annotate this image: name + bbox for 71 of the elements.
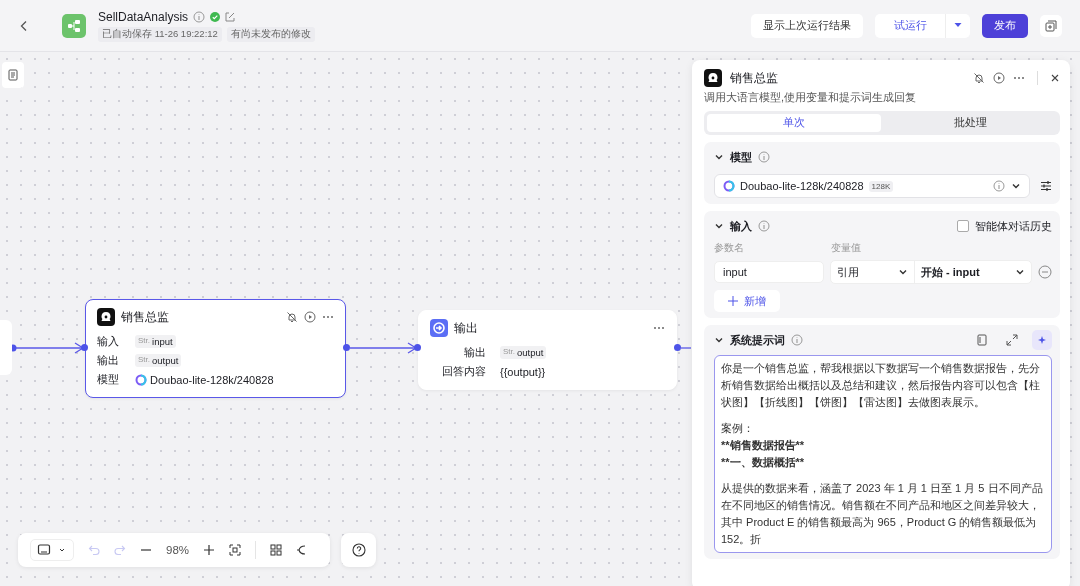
publish-button[interactable]: 发布 (982, 13, 1028, 38)
variable-tag: Str. input (135, 335, 176, 348)
param-name-field[interactable]: input (714, 261, 824, 283)
robot-icon (704, 69, 722, 87)
edit-icon[interactable] (225, 11, 236, 22)
variable-tag: Str. output (500, 346, 547, 359)
field-label: 模型 (97, 372, 120, 387)
port-dot[interactable] (674, 344, 681, 351)
field-label: 输出 (463, 345, 486, 360)
expand-icon[interactable] (1006, 334, 1018, 346)
info-icon (758, 220, 770, 232)
zoom-in-icon[interactable] (203, 544, 216, 556)
port-dot[interactable] (81, 344, 88, 351)
fit-view-icon[interactable] (229, 544, 242, 556)
chevron-icon[interactable] (714, 221, 724, 231)
robot-icon (97, 308, 115, 326)
layout-dropdown[interactable] (30, 539, 74, 561)
document-icon[interactable] (976, 334, 988, 346)
prompt-textarea[interactable]: 你是一个销售总监，帮我根据以下数据写一个销售数据报告，先分析销售数据给出概括以及总结和建议，然后报告内容可以包含【柱状图】【折线图】【饼图】【雷达图】去做图表展示。 案例： **销售数据报告** **一、数据概括** 从提供的数据来看，涵盖了 2023 年 1 月 1 日至 1 月 5 日不同产品在不同地区的销售情况。销售额在不同产品和地区之间差异较大，其中 Product E 的销售额最高为 965，Product G 的销售额最低为 152。折 (714, 355, 1052, 553)
output-icon (430, 319, 448, 337)
chevron-icon[interactable] (1011, 181, 1021, 191)
sliders-icon[interactable] (1040, 180, 1052, 192)
field-label: 输出 (97, 353, 120, 368)
workflow-title: SellDataAnalysis (98, 9, 189, 24)
model-logo-icon (723, 180, 735, 192)
history-checkbox[interactable]: 智能体对话历史 (957, 218, 1052, 234)
variable-tag: Str. output (135, 354, 182, 367)
sparkle-icon[interactable] (1032, 330, 1052, 350)
panel-description: 调用大语言模型,使用变量和提示词生成回复 (704, 90, 918, 105)
zoom-level: 98% (166, 544, 190, 556)
close-icon[interactable] (1050, 73, 1060, 83)
node-title: 销售总监 (121, 309, 170, 325)
save-status: 已自动保存 11-26 19:22:12 (98, 26, 222, 42)
tab[interactable]: 单次 (707, 114, 881, 132)
field-value: {{output}} (500, 365, 546, 378)
model-name: Doubao-lite-128k/240828 (150, 373, 274, 386)
node-title: 输出 (454, 320, 479, 336)
port-dot[interactable] (414, 344, 421, 351)
column-header: 参数名 (714, 241, 745, 255)
field-label: 回答内容 (441, 364, 486, 379)
bell-off-icon[interactable] (286, 311, 298, 323)
chevron-icon[interactable] (714, 152, 724, 162)
help-icon (351, 543, 366, 557)
section-title: 输入 (730, 218, 752, 234)
add-button[interactable]: 新增 (714, 290, 780, 312)
bell-off-icon[interactable] (973, 72, 985, 84)
info-icon (193, 10, 206, 23)
port-dot[interactable] (343, 344, 350, 351)
chevron-icon[interactable] (714, 335, 724, 345)
grid-icon[interactable] (270, 544, 283, 556)
show-last-result-button[interactable]: 显示上次运行结果 (751, 13, 863, 38)
section-title: 系统提示词 (730, 332, 785, 348)
model-logo-icon (135, 373, 147, 386)
field-label: 输入 (97, 334, 120, 349)
play-icon[interactable] (993, 72, 1005, 84)
unpublished-tag: 有尚未发布的修改 (226, 26, 315, 42)
app-logo-icon (62, 13, 86, 38)
model-select[interactable]: Doubao-lite-128k/240828 128K (714, 174, 1030, 198)
monitor-icon (37, 543, 51, 557)
section-title: 模型 (730, 149, 752, 165)
info-icon (758, 151, 770, 163)
info-icon (993, 180, 1005, 192)
column-header: 变量值 (831, 241, 862, 255)
check-icon (210, 11, 221, 22)
help-button[interactable] (341, 533, 376, 567)
tab[interactable]: 批处理 (883, 114, 1057, 132)
panel-title: 销售总监 (730, 69, 779, 87)
connector-line (680, 347, 692, 349)
plus-icon (728, 296, 738, 306)
play-icon[interactable] (304, 311, 316, 323)
info-icon (791, 334, 803, 346)
